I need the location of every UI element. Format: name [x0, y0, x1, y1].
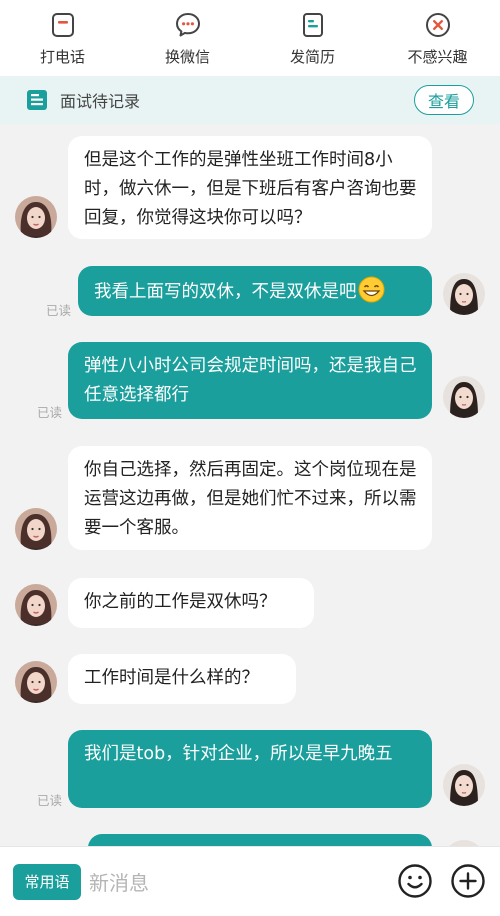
- wechat-action[interactable]: 换微信: [125, 0, 250, 76]
- read-status: 已读: [37, 793, 63, 808]
- phone-icon: [50, 12, 76, 38]
- view-button[interactable]: 查看: [414, 85, 474, 115]
- read-status: 已读: [37, 405, 63, 420]
- plus-icon[interactable]: [450, 863, 486, 899]
- interview-record-bar: 面试待记录 查看: [0, 76, 500, 124]
- call-label: 打电话: [39, 48, 85, 66]
- resume-action[interactable]: 发简历: [250, 0, 375, 76]
- message-bubble-outgoing[interactable]: 我们是tob，针对企业，所以是早九晚五: [68, 730, 432, 808]
- emoji-icon[interactable]: [397, 863, 433, 899]
- user-avatar[interactable]: [443, 273, 485, 315]
- contact-actions-bar: 打电话 换微信 发简历 不感兴趣: [0, 0, 500, 76]
- user-avatar[interactable]: [443, 764, 485, 806]
- common-phrases-button[interactable]: 常用语: [13, 863, 81, 900]
- not-interested-label: 不感兴趣: [407, 48, 468, 66]
- not-interested-icon: [425, 12, 451, 38]
- message-bubble-outgoing[interactable]: 我看上面写的双休，不是双休是吧: [78, 266, 432, 316]
- call-action[interactable]: 打电话: [0, 0, 125, 76]
- document-icon: [26, 89, 48, 111]
- resume-icon: [300, 12, 326, 38]
- not-interested-action[interactable]: 不感兴趣: [375, 0, 500, 76]
- recruiter-avatar[interactable]: [15, 508, 57, 550]
- message-bubble-incoming[interactable]: 但是这个工作的是弹性坐班工作时间8小时，做六休一，但是下班后有客户咨询也要回复，…: [68, 136, 432, 239]
- wechat-icon: [175, 12, 201, 38]
- grinning-emoji-icon: [358, 276, 385, 313]
- user-avatar[interactable]: [443, 376, 485, 418]
- message-input[interactable]: 新消息: [89, 862, 379, 902]
- chat-message-list[interactable]: 但是这个工作的是弹性坐班工作时间8小时，做六休一，但是下班后有客户咨询也要回复，…: [0, 124, 500, 846]
- resume-label: 发简历: [289, 48, 335, 66]
- message-bubble-incoming[interactable]: 你之前的工作是双休吗？: [68, 578, 314, 628]
- interview-record-label: 面试待记录: [60, 92, 141, 111]
- recruiter-avatar[interactable]: [15, 196, 57, 238]
- read-status: 已读: [46, 303, 72, 318]
- recruiter-avatar[interactable]: [15, 661, 57, 703]
- message-bubble-outgoing-partial[interactable]: [88, 834, 432, 846]
- wechat-label: 换微信: [164, 48, 210, 66]
- message-input-bar: 常用语 新消息: [0, 846, 500, 916]
- message-text: 我看上面写的双休，不是双休是吧: [94, 282, 357, 302]
- message-bubble-incoming[interactable]: 工作时间是什么样的？: [68, 654, 296, 704]
- message-bubble-outgoing[interactable]: 弹性八小时公司会规定时间吗，还是我自己任意选择都行: [68, 342, 432, 419]
- recruiter-avatar[interactable]: [15, 584, 57, 626]
- message-bubble-incoming[interactable]: 你自己选择，然后再固定。这个岗位现在是运营这边再做，但是她们忙不过来，所以需要一…: [68, 446, 432, 550]
